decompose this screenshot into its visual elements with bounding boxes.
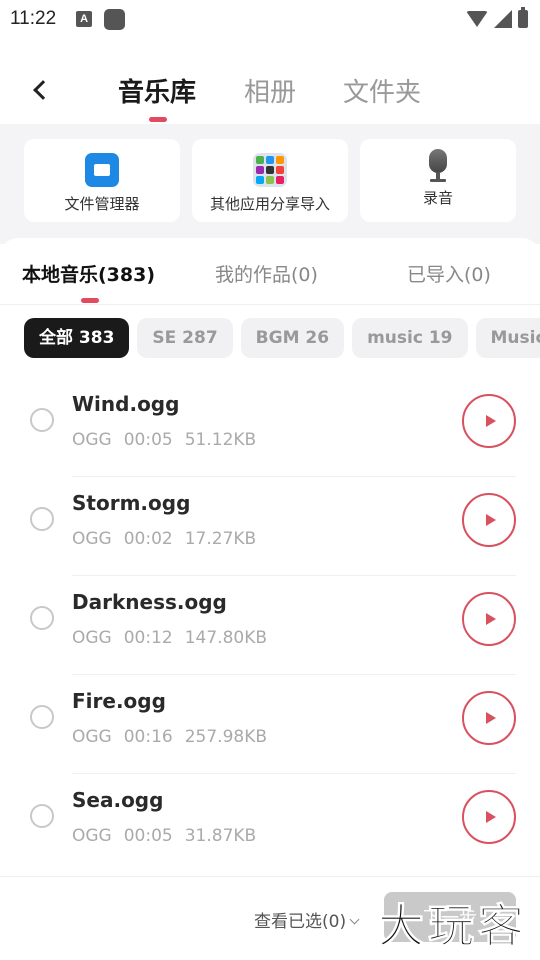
chip-se[interactable]: SE 287 bbox=[137, 318, 233, 358]
chip-bgm[interactable]: BGM 26 bbox=[240, 318, 345, 358]
header: 音乐库 相册 文件夹 bbox=[0, 62, 540, 122]
track-duration: 00:05 bbox=[123, 430, 173, 450]
play-icon bbox=[485, 613, 496, 625]
track-duration: 00:12 bbox=[123, 628, 173, 648]
play-icon bbox=[485, 712, 496, 724]
track-duration: 00:16 bbox=[123, 727, 173, 747]
tab-album[interactable]: 相册 bbox=[244, 72, 296, 109]
record-label: 录音 bbox=[422, 189, 453, 207]
status-time: 11:22 bbox=[10, 8, 57, 29]
track-size: 51.12KB bbox=[184, 430, 257, 450]
track-name: Storm.ogg bbox=[72, 491, 191, 515]
view-selected-label: 查看已选(0) bbox=[254, 912, 347, 932]
select-radio[interactable] bbox=[30, 408, 54, 432]
play-button[interactable] bbox=[462, 592, 516, 646]
chip-music-lower[interactable]: music 19 bbox=[352, 318, 468, 358]
chip-all[interactable]: 全部 383 bbox=[24, 318, 130, 358]
accessibility-notification-icon: A bbox=[76, 11, 93, 27]
list-item[interactable]: Storm.ogg OGG 00:02 17.27KB bbox=[0, 477, 540, 576]
folder-icon bbox=[85, 153, 119, 187]
track-size: 147.80KB bbox=[184, 628, 268, 648]
active-subtab-indicator bbox=[81, 298, 99, 303]
select-radio[interactable] bbox=[30, 804, 54, 828]
list-item[interactable]: Darkness.ogg OGG 00:12 147.80KB bbox=[0, 576, 540, 675]
track-meta: OGG 00:05 31.87KB bbox=[72, 826, 268, 846]
file-manager-button[interactable]: 文件管理器 bbox=[24, 139, 180, 222]
import-sources: 文件管理器 其他应用分享导入 录音 bbox=[0, 124, 540, 244]
track-name: Sea.ogg bbox=[72, 788, 164, 812]
back-button[interactable] bbox=[22, 72, 58, 108]
track-format: OGG bbox=[72, 727, 112, 747]
list-item[interactable]: Wind.ogg OGG 00:05 51.12KB bbox=[0, 378, 540, 477]
tab-music-library[interactable]: 音乐库 bbox=[118, 72, 196, 109]
list-item[interactable]: Fire.ogg OGG 00:16 257.98KB bbox=[0, 675, 540, 774]
track-size: 257.98KB bbox=[184, 727, 268, 747]
play-button[interactable] bbox=[462, 790, 516, 844]
tab-imported[interactable]: 已导入(0) bbox=[407, 260, 491, 287]
share-import-label: 其他应用分享导入 bbox=[209, 195, 330, 213]
share-import-button[interactable]: 其他应用分享导入 bbox=[192, 139, 348, 222]
view-selected-button[interactable]: 查看已选(0) bbox=[254, 907, 360, 932]
back-arrow-icon bbox=[33, 80, 53, 100]
tab-local-music[interactable]: 本地音乐(383) bbox=[22, 260, 155, 287]
music-panel: 本地音乐(383) 我的作品(0) 已导入(0) 全部 383 SE 287 BGM… bbox=[0, 238, 540, 960]
battery-icon bbox=[518, 7, 528, 28]
track-meta: OGG 00:05 51.12KB bbox=[72, 430, 268, 450]
play-button[interactable] bbox=[462, 493, 516, 547]
track-list: Wind.ogg OGG 00:05 51.12KB Storm.ogg OGG 00… bbox=[0, 378, 540, 873]
select-radio[interactable] bbox=[30, 507, 54, 531]
track-format: OGG bbox=[72, 430, 112, 450]
active-tab-indicator bbox=[149, 117, 167, 122]
track-size: 31.87KB bbox=[184, 826, 257, 846]
play-icon bbox=[485, 811, 496, 823]
tab-folder[interactable]: 文件夹 bbox=[343, 72, 421, 109]
chip-music[interactable]: Music bbox=[475, 318, 540, 358]
select-radio[interactable] bbox=[30, 606, 54, 630]
play-button[interactable] bbox=[462, 394, 516, 448]
track-format: OGG bbox=[72, 628, 112, 648]
category-filter: 全部 383SE 287BGM 26music 19Music bbox=[24, 318, 540, 358]
signal-icon bbox=[494, 10, 512, 28]
track-name: Darkness.ogg bbox=[72, 590, 227, 614]
status-bar: 11:22 A bbox=[0, 0, 540, 38]
record-button[interactable]: 录音 bbox=[360, 139, 516, 222]
track-name: Fire.ogg bbox=[72, 689, 166, 713]
track-meta: OGG 00:16 257.98KB bbox=[72, 727, 279, 747]
file-manager-label: 文件管理器 bbox=[64, 195, 140, 213]
watermark-logo: 大玩客 bbox=[378, 899, 528, 954]
track-format: OGG bbox=[72, 826, 112, 846]
tab-my-works[interactable]: 我的作品(0) bbox=[215, 260, 318, 287]
status-indicators bbox=[466, 7, 528, 28]
app-notification-icon bbox=[104, 8, 126, 30]
track-size: 17.27KB bbox=[184, 529, 257, 549]
play-button[interactable] bbox=[462, 691, 516, 745]
select-radio[interactable] bbox=[30, 705, 54, 729]
track-duration: 00:02 bbox=[123, 529, 173, 549]
list-item[interactable]: Sea.ogg OGG 00:05 31.87KB bbox=[0, 774, 540, 873]
track-name: Wind.ogg bbox=[72, 392, 180, 416]
track-duration: 00:05 bbox=[123, 826, 173, 846]
play-icon bbox=[485, 514, 496, 526]
divider bbox=[0, 304, 540, 305]
track-meta: OGG 00:02 17.27KB bbox=[72, 529, 268, 549]
play-icon bbox=[485, 415, 496, 427]
track-meta: OGG 00:12 147.80KB bbox=[72, 628, 279, 648]
apps-icon bbox=[253, 153, 287, 187]
microphone-icon bbox=[427, 149, 449, 183]
wifi-icon bbox=[466, 11, 488, 27]
chevron-down-icon bbox=[349, 914, 360, 925]
track-format: OGG bbox=[72, 529, 112, 549]
